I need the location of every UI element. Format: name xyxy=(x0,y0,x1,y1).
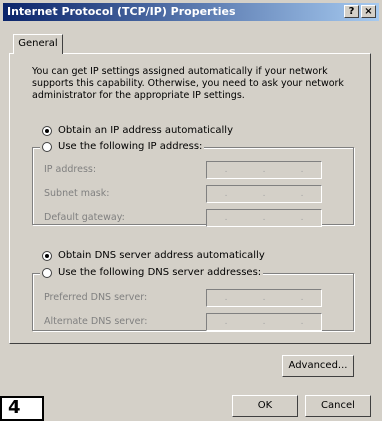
tab-panel xyxy=(9,53,371,344)
help-icon: ? xyxy=(348,6,355,17)
step-number-badge: 4 xyxy=(0,396,44,421)
advanced-button[interactable]: Advanced... xyxy=(282,355,354,377)
title-bar: Internet Protocol (TCP/IP) Properties ? … xyxy=(3,3,379,21)
step-number: 4 xyxy=(8,397,21,418)
close-button[interactable]: × xyxy=(361,5,376,18)
tab-general-label: General xyxy=(18,38,58,49)
window-title: Internet Protocol (TCP/IP) Properties xyxy=(7,5,236,18)
ok-label: OK xyxy=(257,400,273,411)
cancel-button[interactable]: Cancel xyxy=(305,395,371,417)
cancel-label: Cancel xyxy=(321,400,355,411)
close-icon: × xyxy=(364,6,373,17)
tab-general[interactable]: General xyxy=(13,34,63,54)
ok-button[interactable]: OK xyxy=(232,395,298,417)
help-button[interactable]: ? xyxy=(344,5,359,18)
advanced-label: Advanced... xyxy=(288,360,348,371)
dialog-window: { "window": { "title": "Internet Protoco… xyxy=(0,0,382,421)
